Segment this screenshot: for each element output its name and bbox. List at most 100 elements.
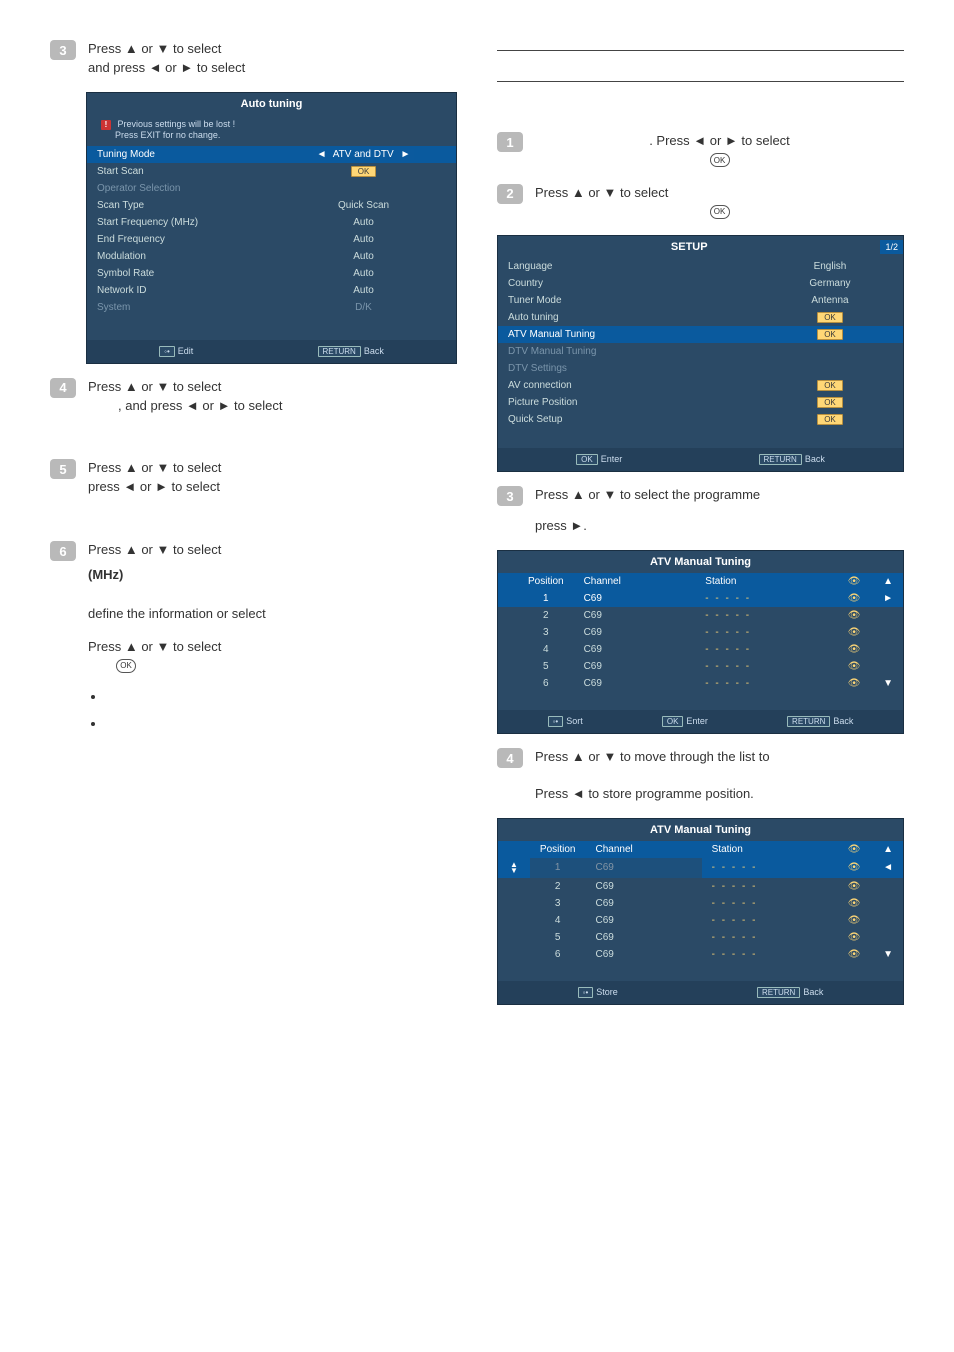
- step5-line2: press ◄ or ► to select: [88, 479, 220, 494]
- table-row[interactable]: ▲▼1C69- - - - -👁◄: [498, 858, 903, 878]
- table-row[interactable]: Scan TypeQuick Scan: [87, 197, 456, 214]
- table-row[interactable]: Network IDAuto: [87, 282, 456, 299]
- step4-line2: , and press ◄ or ► to select: [118, 398, 282, 413]
- table-row[interactable]: 5C69- - - - -👁: [498, 658, 903, 675]
- table-row[interactable]: Auto tuningOK: [498, 309, 903, 326]
- step-4: 4 Press ▲ or ▼ to select , and press ◄ o…: [50, 378, 457, 416]
- step-badge-2: 2: [497, 184, 523, 204]
- atv-panel-2: ATV Manual Tuning PositionChannelStation…: [497, 818, 904, 1005]
- atv-panel-1: ATV Manual Tuning PositionChannelStation…: [497, 550, 904, 734]
- table-row[interactable]: CountryGermany: [498, 275, 903, 292]
- table-row[interactable]: Start Frequency (MHz)Auto: [87, 214, 456, 231]
- auto-tuning-warning: ! Previous settings will be lost ! Press…: [87, 115, 456, 146]
- table-row[interactable]: ModulationAuto: [87, 248, 456, 265]
- table-row[interactable]: 1C69- - - - -👁►: [498, 590, 903, 607]
- return-key-icon: RETURN: [757, 987, 800, 998]
- table-row[interactable]: LanguageEnglish: [498, 258, 903, 275]
- atv2-table: PositionChannelStation👁▲▲▼1C69- - - - -👁…: [498, 841, 903, 963]
- step-badge-6: 6: [50, 541, 76, 561]
- step6-line2: define the information or select: [88, 606, 266, 621]
- divider-top: [497, 50, 904, 51]
- table-row[interactable]: 6C69- - - - -👁▼: [498, 675, 903, 692]
- right-step-3: 3 Press ▲ or ▼ to select the programme p…: [497, 486, 904, 536]
- right-step-2: 2 Press ▲ or ▼ to select OK: [497, 184, 904, 222]
- table-row[interactable]: Tuner ModeAntenna: [498, 292, 903, 309]
- table-row[interactable]: 6C69- - - - -👁▼: [498, 946, 903, 963]
- r-step3-line2: press ►.: [535, 518, 587, 533]
- step-6: 6 Press ▲ or ▼ to select (MHz) define th…: [50, 541, 457, 675]
- step-badge-5: 5: [50, 459, 76, 479]
- r-step3-line1: Press ▲ or ▼ to select the programme: [535, 487, 760, 502]
- return-key-icon: RETURN: [759, 454, 802, 465]
- notes-list: [106, 689, 457, 731]
- step6-line3: Press ▲ or ▼ to select: [88, 639, 221, 654]
- step5-line1: Press ▲ or ▼ to select: [88, 460, 221, 475]
- atv2-title: ATV Manual Tuning: [498, 819, 903, 841]
- step4-line1: Press ▲ or ▼ to select: [88, 379, 221, 394]
- atv1-title: ATV Manual Tuning: [498, 551, 903, 573]
- table-row[interactable]: Start ScanOK: [87, 163, 456, 180]
- table-header-row: PositionChannelStation👁▲: [498, 841, 903, 858]
- table-row[interactable]: Tuning Mode◄ ATV and DTV ►: [87, 146, 456, 163]
- table-row[interactable]: DTV Settings: [498, 360, 903, 377]
- table-row[interactable]: DTV Manual Tuning: [498, 343, 903, 360]
- step6-line1: Press ▲ or ▼ to select: [88, 542, 221, 557]
- table-row[interactable]: AV connectionOK: [498, 377, 903, 394]
- right-step-1: 1 . Press ◄ or ► to select OK: [497, 132, 904, 170]
- table-row[interactable]: 3C69- - - - -👁: [498, 895, 903, 912]
- sort-handle-icon[interactable]: ▲▼: [508, 861, 520, 875]
- ok-key-icon: OK: [662, 716, 684, 727]
- ok-icon: OK: [710, 205, 730, 219]
- auto-tuning-footer: ◦•Edit RETURNBack: [87, 340, 456, 363]
- table-row[interactable]: 4C69- - - - -👁: [498, 912, 903, 929]
- table-row[interactable]: ATV Manual TuningOK: [498, 326, 903, 343]
- bullet-1: [106, 689, 457, 704]
- step-badge-4: 4: [50, 378, 76, 398]
- table-row[interactable]: 3C69- - - - -👁: [498, 624, 903, 641]
- return-key-icon: RETURN: [318, 346, 361, 357]
- step3-line1: Press ▲ or ▼ to select: [88, 41, 221, 56]
- r-step2-text: Press ▲ or ▼ to select: [535, 185, 668, 200]
- step-badge-3: 3: [50, 40, 76, 60]
- r-step1-text: . Press ◄ or ► to select: [649, 133, 790, 148]
- step-3: 3 Press ▲ or ▼ to select and press ◄ or …: [50, 40, 457, 78]
- r-step4-text: Press ▲ or ▼ to move through the list to: [535, 749, 770, 764]
- divider-2: [497, 81, 904, 82]
- atv1-footer: ◦•Sort OKEnter RETURNBack: [498, 710, 903, 733]
- step-5: 5 Press ▲ or ▼ to select press ◄ or ► to…: [50, 459, 457, 497]
- table-row[interactable]: End FrequencyAuto: [87, 231, 456, 248]
- table-row[interactable]: Quick SetupOK: [498, 411, 903, 428]
- sort-key-icon: ◦•: [548, 716, 564, 727]
- auto-tuning-table: Tuning Mode◄ ATV and DTV ►Start ScanOKOp…: [87, 146, 456, 316]
- return-key-icon: RETURN: [787, 716, 830, 727]
- atv1-table: PositionChannelStation👁▲1C69- - - - -👁►2…: [498, 573, 903, 692]
- warning-icon: !: [101, 120, 111, 130]
- step3-line2: and press ◄ or ► to select: [88, 60, 245, 75]
- ok-icon: OK: [710, 153, 730, 167]
- table-row[interactable]: Operator Selection: [87, 180, 456, 197]
- table-header-row: PositionChannelStation👁▲: [498, 573, 903, 590]
- table-row[interactable]: SystemD/K: [87, 299, 456, 316]
- auto-tuning-panel: Auto tuning ! Previous settings will be …: [86, 92, 457, 364]
- table-row[interactable]: 5C69- - - - -👁: [498, 929, 903, 946]
- edit-key-icon: ◦•: [159, 346, 175, 357]
- auto-tuning-title: Auto tuning: [87, 93, 456, 115]
- table-row[interactable]: Symbol RateAuto: [87, 265, 456, 282]
- store-text: Press ◄ to store programme position.: [535, 786, 754, 801]
- table-row[interactable]: 4C69- - - - -👁: [498, 641, 903, 658]
- left-column: 3 Press ▲ or ▼ to select and press ◄ or …: [50, 40, 457, 1019]
- page-indicator: 1/2: [880, 240, 903, 254]
- setup-panel: SETUP 1/2 LanguageEnglishCountryGermanyT…: [497, 235, 904, 472]
- step-badge-4r: 4: [497, 748, 523, 768]
- setup-title: SETUP: [498, 236, 880, 258]
- setup-table: LanguageEnglishCountryGermanyTuner ModeA…: [498, 258, 903, 428]
- right-step-4: 4 Press ▲ or ▼ to move through the list …: [497, 748, 904, 804]
- right-column: 1 . Press ◄ or ► to select OK 2 Press ▲ …: [497, 40, 904, 1019]
- setup-footer: OKEnter RETURNBack: [498, 448, 903, 471]
- table-row[interactable]: Picture PositionOK: [498, 394, 903, 411]
- ok-icon: OK: [116, 659, 136, 673]
- table-row[interactable]: 2C69- - - - -👁: [498, 878, 903, 895]
- ok-key-icon: OK: [576, 454, 598, 465]
- step-badge-3r: 3: [497, 486, 523, 506]
- table-row[interactable]: 2C69- - - - -👁: [498, 607, 903, 624]
